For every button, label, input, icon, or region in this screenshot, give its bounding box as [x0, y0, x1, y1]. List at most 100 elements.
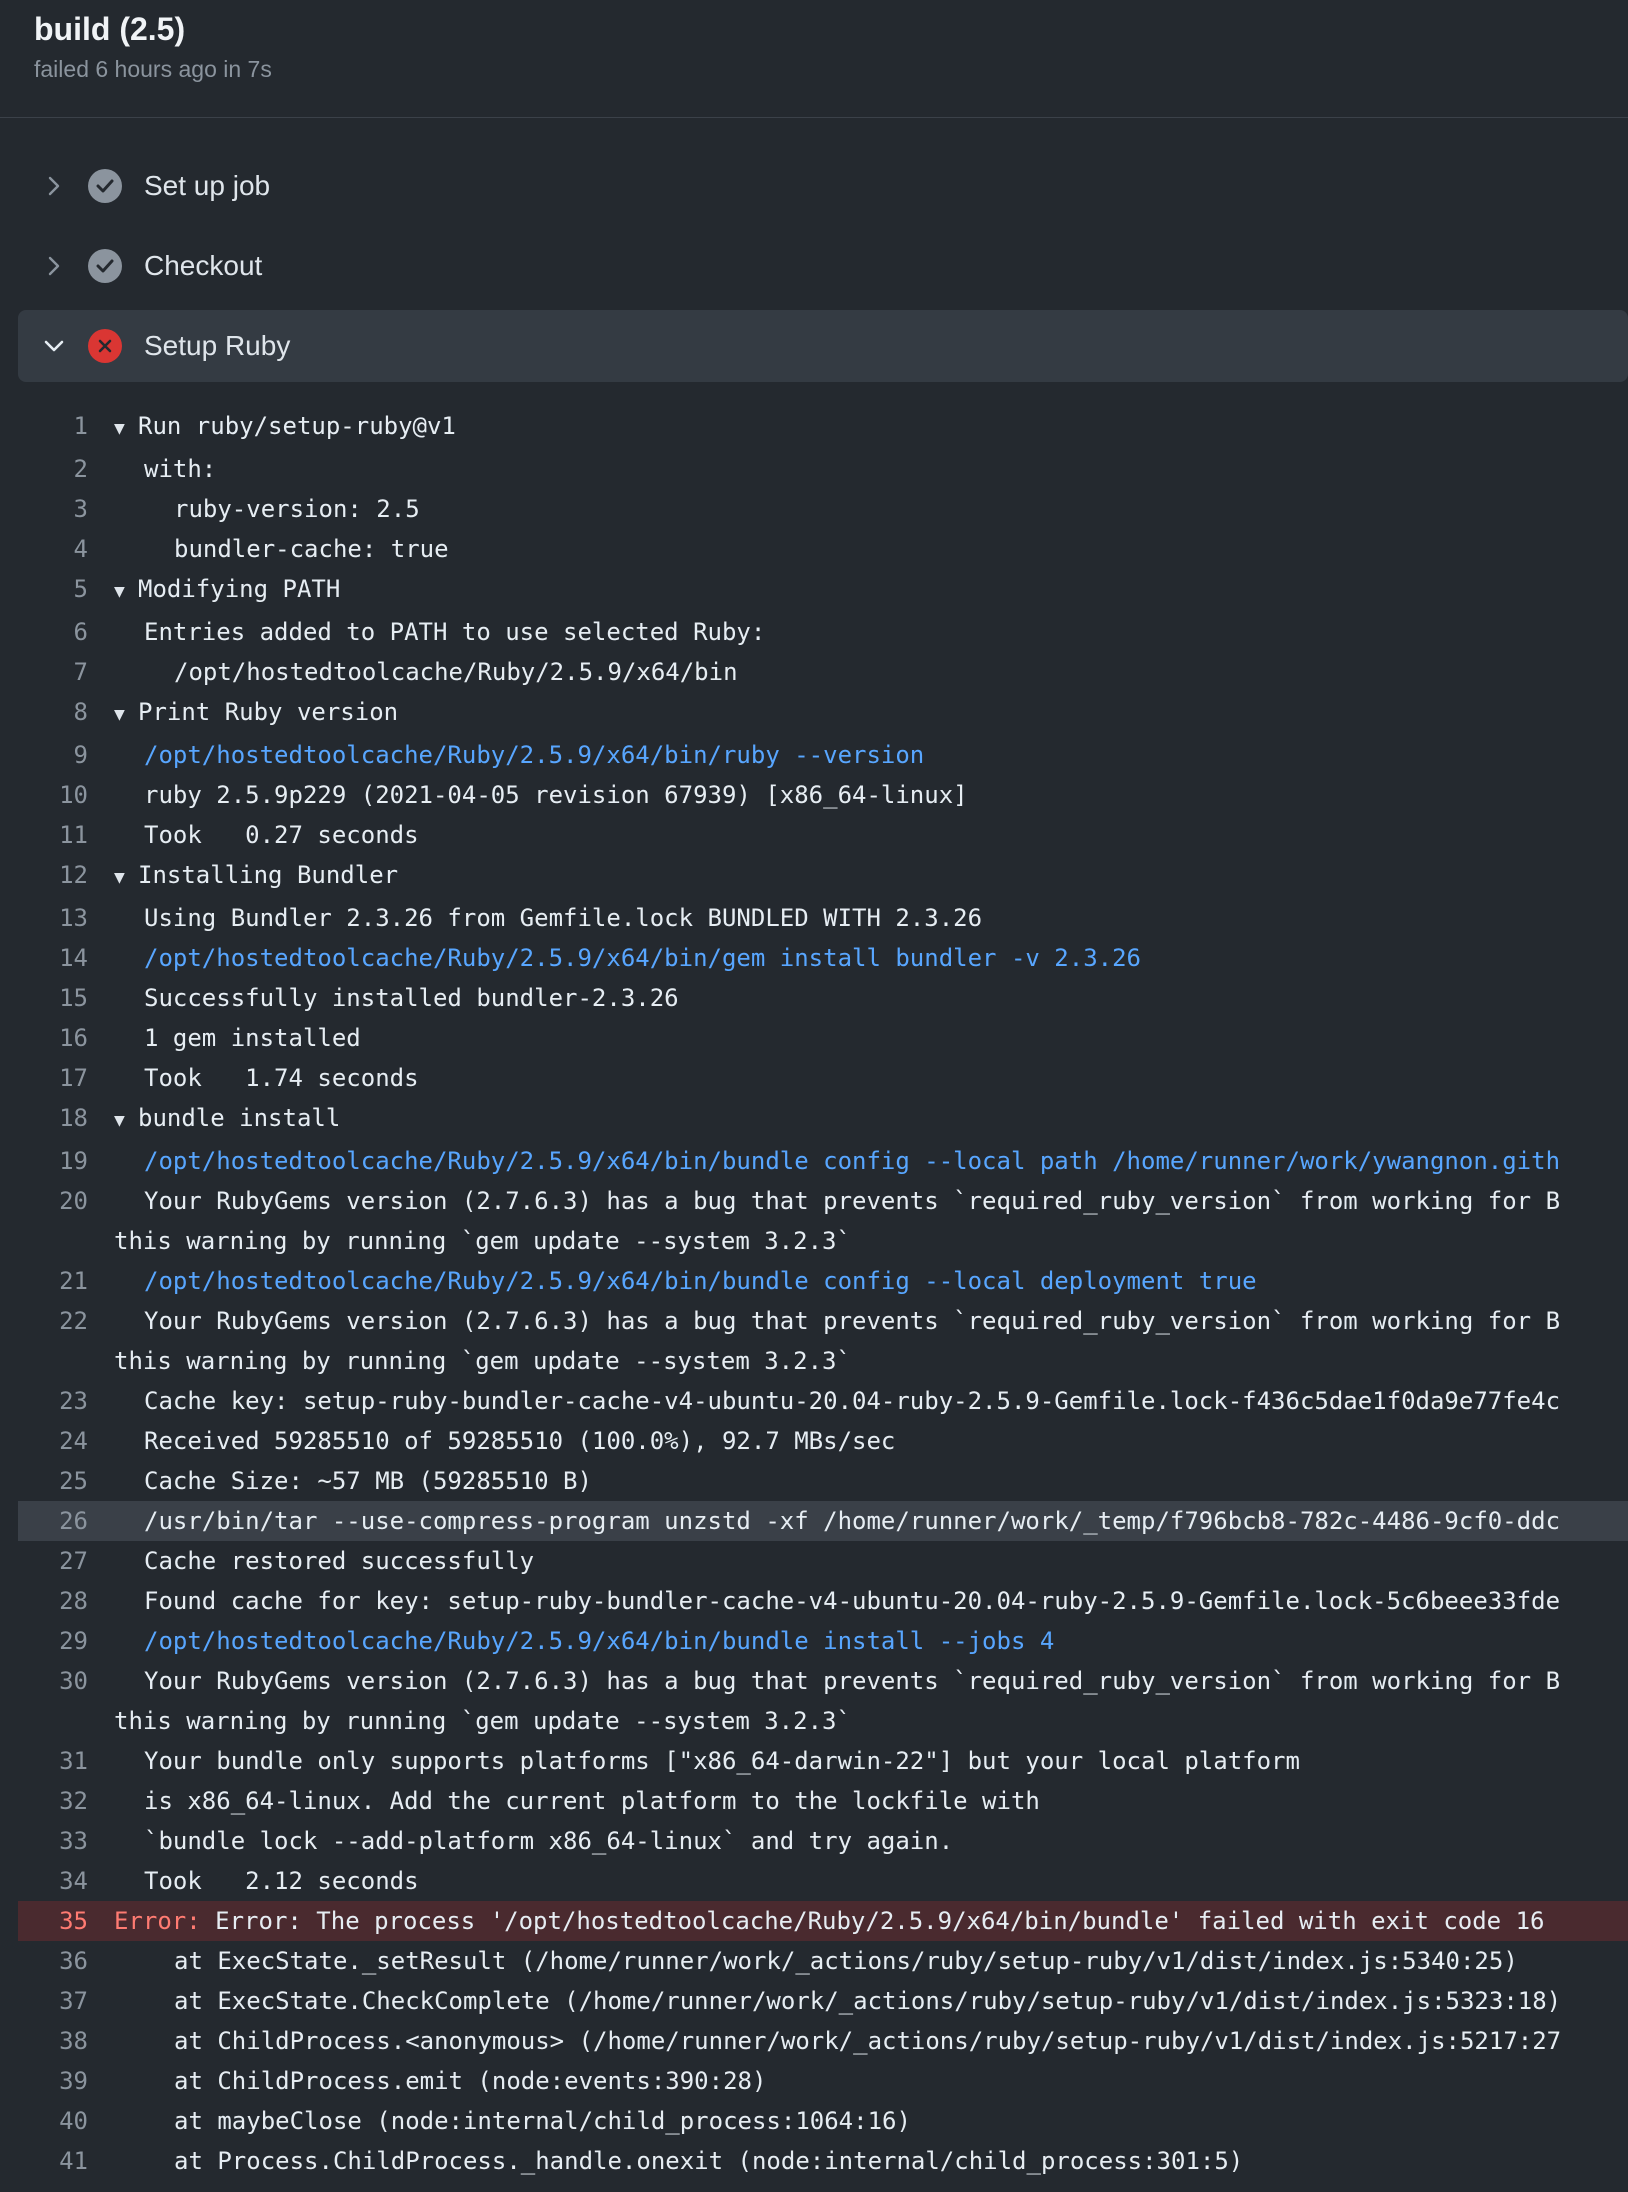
- log-line[interactable]: 5 ▼ Modifying PATH: [18, 569, 1628, 612]
- line-number[interactable]: 40: [18, 2101, 114, 2141]
- step-set-up-job[interactable]: Set up job: [18, 150, 1628, 222]
- line-number[interactable]: 2: [18, 449, 114, 489]
- log-line[interactable]: 19/opt/hostedtoolcache/Ruby/2.5.9/x64/bi…: [18, 1141, 1628, 1181]
- log-line[interactable]: 37 at ExecState.CheckComplete (/home/runn…: [18, 1981, 1628, 2021]
- log-line[interactable]: 30 Your RubyGems version (2.7.6.3) has a …: [18, 1661, 1628, 1701]
- log-line[interactable]: 28 Found cache for key: setup-ruby-bundle…: [18, 1581, 1628, 1621]
- log-line[interactable]: 18 ▼ bundle install: [18, 1098, 1628, 1141]
- line-number[interactable]: 36: [18, 1941, 114, 1981]
- line-number[interactable]: 26: [18, 1501, 114, 1541]
- log-line[interactable]: 39 at ChildProcess.emit (node:events:390:…: [18, 2061, 1628, 2101]
- log-line[interactable]: 16 1 gem installed: [18, 1018, 1628, 1058]
- log-line[interactable]: 6 Entries added to PATH to use selected R…: [18, 612, 1628, 652]
- log-line[interactable]: 32 is x86_64-linux. Add the current platf…: [18, 1781, 1628, 1821]
- line-number[interactable]: 14: [18, 938, 114, 978]
- log-line[interactable]: 1 ▼ Run ruby/setup-ruby@v1: [18, 406, 1628, 449]
- log-line[interactable]: 10 ruby 2.5.9p229 (2021-04-05 revision 67…: [18, 775, 1628, 815]
- log-line[interactable]: 8 ▼ Print Ruby version: [18, 692, 1628, 735]
- log-line[interactable]: 17 Took 1.74 seconds: [18, 1058, 1628, 1098]
- log-line[interactable]: 11 Took 0.27 seconds: [18, 815, 1628, 855]
- triangle-down-icon[interactable]: ▼: [114, 409, 138, 449]
- line-number[interactable]: 10: [18, 775, 114, 815]
- line-number[interactable]: 24: [18, 1421, 114, 1461]
- log-line[interactable]: 22 Your RubyGems version (2.7.6.3) has a …: [18, 1301, 1628, 1341]
- chevron-right-icon[interactable]: [42, 254, 66, 278]
- line-number[interactable]: 16: [18, 1018, 114, 1058]
- line-number[interactable]: 41: [18, 2141, 114, 2181]
- line-number[interactable]: 37: [18, 1981, 114, 2021]
- line-number[interactable]: 29: [18, 1621, 114, 1661]
- chevron-down-icon[interactable]: [42, 334, 66, 358]
- log-line[interactable]: 14/opt/hostedtoolcache/Ruby/2.5.9/x64/bi…: [18, 938, 1628, 978]
- log-line[interactable]: 15 Successfully installed bundler-2.3.26: [18, 978, 1628, 1018]
- log-line[interactable]: 31 Your bundle only supports platforms ["…: [18, 1741, 1628, 1781]
- log-line-error[interactable]: 35 Error: Error: The process '/opt/hosted…: [18, 1901, 1628, 1941]
- log-line[interactable]: 34 Took 2.12 seconds: [18, 1861, 1628, 1901]
- log-line[interactable]: 23 Cache key: setup-ruby-bundler-cache-v4…: [18, 1381, 1628, 1421]
- log-line[interactable]: 27 Cache restored successfully: [18, 1541, 1628, 1581]
- triangle-down-icon[interactable]: ▼: [114, 1101, 138, 1141]
- log-line-content: at Process.ChildProcess._handle.onexit (…: [114, 2141, 1628, 2181]
- log-line[interactable]: 25 Cache Size: ~57 MB (59285510 B): [18, 1461, 1628, 1501]
- log-line[interactable]: 12 ▼ Installing Bundler: [18, 855, 1628, 898]
- log-line[interactable]: 4 bundler-cache: true: [18, 529, 1628, 569]
- chevron-right-icon[interactable]: [42, 174, 66, 198]
- log-line[interactable]: 38 at ChildProcess.<anonymous> (/home/run…: [18, 2021, 1628, 2061]
- line-number[interactable]: 34: [18, 1861, 114, 1901]
- log-line[interactable]: this warning by running `gem update --sy…: [18, 1221, 1628, 1261]
- log-line-content: Your RubyGems version (2.7.6.3) has a bu…: [114, 1181, 1628, 1221]
- log-line[interactable]: 20 Your RubyGems version (2.7.6.3) has a …: [18, 1181, 1628, 1221]
- log-line[interactable]: 29/opt/hostedtoolcache/Ruby/2.5.9/x64/bi…: [18, 1621, 1628, 1661]
- line-number[interactable]: 8: [18, 692, 114, 735]
- log-line[interactable]: 21/opt/hostedtoolcache/Ruby/2.5.9/x64/bi…: [18, 1261, 1628, 1301]
- line-number[interactable]: 31: [18, 1741, 114, 1781]
- log-line[interactable]: 33 `bundle lock --add-platform x86_64-lin…: [18, 1821, 1628, 1861]
- line-number[interactable]: 19: [18, 1141, 114, 1181]
- line-number[interactable]: 12: [18, 855, 114, 898]
- log-line[interactable]: 24 Received 59285510 of 59285510 (100.0%)…: [18, 1421, 1628, 1461]
- line-number[interactable]: 38: [18, 2021, 114, 2061]
- line-number[interactable]: 5: [18, 569, 114, 612]
- line-number[interactable]: 13: [18, 898, 114, 938]
- step-setup-ruby[interactable]: Setup Ruby: [18, 310, 1628, 382]
- log-line[interactable]: 36 at ExecState._setResult (/home/runner/…: [18, 1941, 1628, 1981]
- log-line[interactable]: 40 at maybeClose (node:internal/child_pro…: [18, 2101, 1628, 2141]
- line-number[interactable]: 6: [18, 612, 114, 652]
- log-line[interactable]: 2 with:: [18, 449, 1628, 489]
- triangle-down-icon[interactable]: ▼: [114, 695, 138, 735]
- log-line[interactable]: this warning by running `gem update --sy…: [18, 1341, 1628, 1381]
- log-line[interactable]: 3 ruby-version: 2.5: [18, 489, 1628, 529]
- line-number[interactable]: 30: [18, 1661, 114, 1701]
- line-number[interactable]: 1: [18, 406, 114, 449]
- line-number[interactable]: 3: [18, 489, 114, 529]
- line-number[interactable]: 23: [18, 1381, 114, 1421]
- line-number[interactable]: 21: [18, 1261, 114, 1301]
- line-number[interactable]: 4: [18, 529, 114, 569]
- line-number[interactable]: 32: [18, 1781, 114, 1821]
- line-number[interactable]: 11: [18, 815, 114, 855]
- line-number[interactable]: 22: [18, 1301, 114, 1341]
- line-number[interactable]: 33: [18, 1821, 114, 1861]
- line-number[interactable]: 25: [18, 1461, 114, 1501]
- triangle-down-icon[interactable]: ▼: [114, 572, 138, 612]
- line-number[interactable]: 9: [18, 735, 114, 775]
- step-checkout[interactable]: Checkout: [18, 230, 1628, 302]
- line-number[interactable]: 27: [18, 1541, 114, 1581]
- line-number[interactable]: 17: [18, 1058, 114, 1098]
- line-number[interactable]: 15: [18, 978, 114, 1018]
- log-line[interactable]: 26/usr/bin/tar --use-compress-program un…: [18, 1501, 1628, 1541]
- log-text: Cache restored successfully: [144, 1547, 535, 1575]
- line-number[interactable]: 39: [18, 2061, 114, 2101]
- log-text: Cache Size: ~57 MB (59285510 B): [144, 1467, 592, 1495]
- log-line[interactable]: 41 at Process.ChildProcess._handle.onexit…: [18, 2141, 1628, 2181]
- triangle-down-icon[interactable]: ▼: [114, 858, 138, 898]
- log-line[interactable]: this warning by running `gem update --sy…: [18, 1701, 1628, 1741]
- line-number[interactable]: 7: [18, 652, 114, 692]
- log-line[interactable]: 13 Using Bundler 2.3.26 from Gemfile.lock…: [18, 898, 1628, 938]
- line-number[interactable]: 28: [18, 1581, 114, 1621]
- line-number[interactable]: 35: [18, 1901, 114, 1941]
- log-line[interactable]: 7/opt/hostedtoolcache/Ruby/2.5.9/x64/bin: [18, 652, 1628, 692]
- line-number[interactable]: 20: [18, 1181, 114, 1221]
- line-number[interactable]: 18: [18, 1098, 114, 1141]
- log-line[interactable]: 9/opt/hostedtoolcache/Ruby/2.5.9/x64/bin…: [18, 735, 1628, 775]
